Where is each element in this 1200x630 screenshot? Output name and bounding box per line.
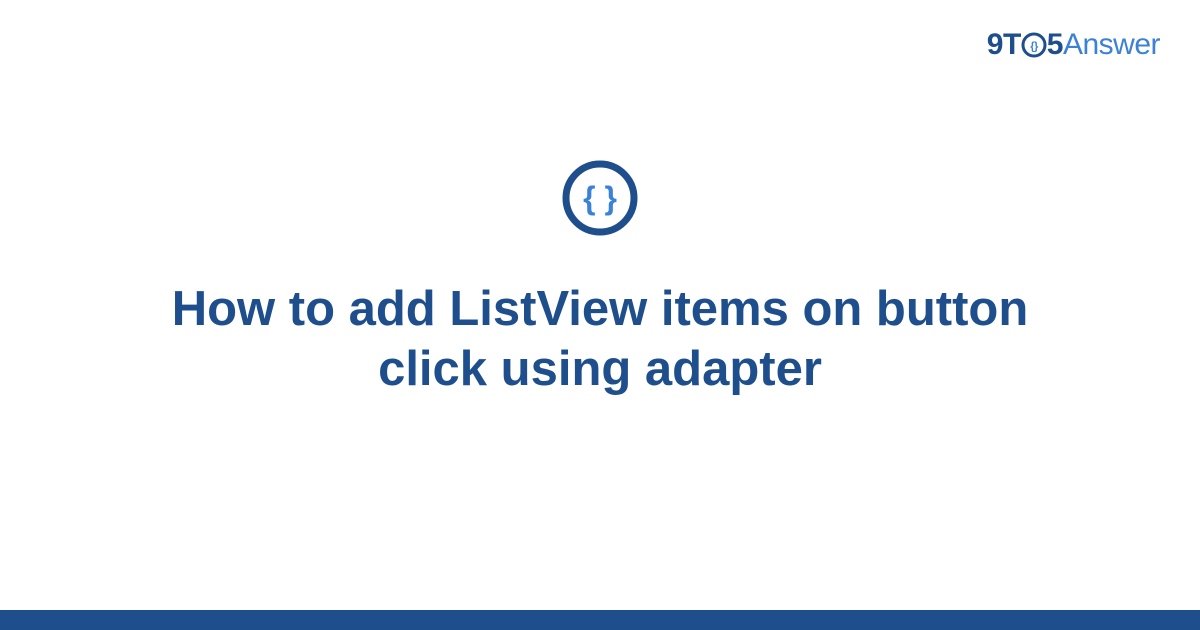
footer-bar bbox=[0, 610, 1200, 630]
brand-digit-5: 5 bbox=[1047, 28, 1063, 61]
svg-text:{}: {} bbox=[1030, 41, 1039, 53]
page-title: How to add ListView items on button clic… bbox=[125, 280, 1075, 400]
brand-logo: 9T {} 5Answer bbox=[987, 28, 1160, 62]
brand-o-icon: {} bbox=[1021, 32, 1047, 58]
brand-digit-9: 9 bbox=[987, 28, 1003, 61]
code-braces-icon: { } bbox=[560, 158, 640, 238]
brand-answer: Answer bbox=[1063, 28, 1160, 61]
brand-letter-t: T bbox=[1003, 28, 1021, 61]
svg-text:{ }: { } bbox=[583, 180, 617, 216]
